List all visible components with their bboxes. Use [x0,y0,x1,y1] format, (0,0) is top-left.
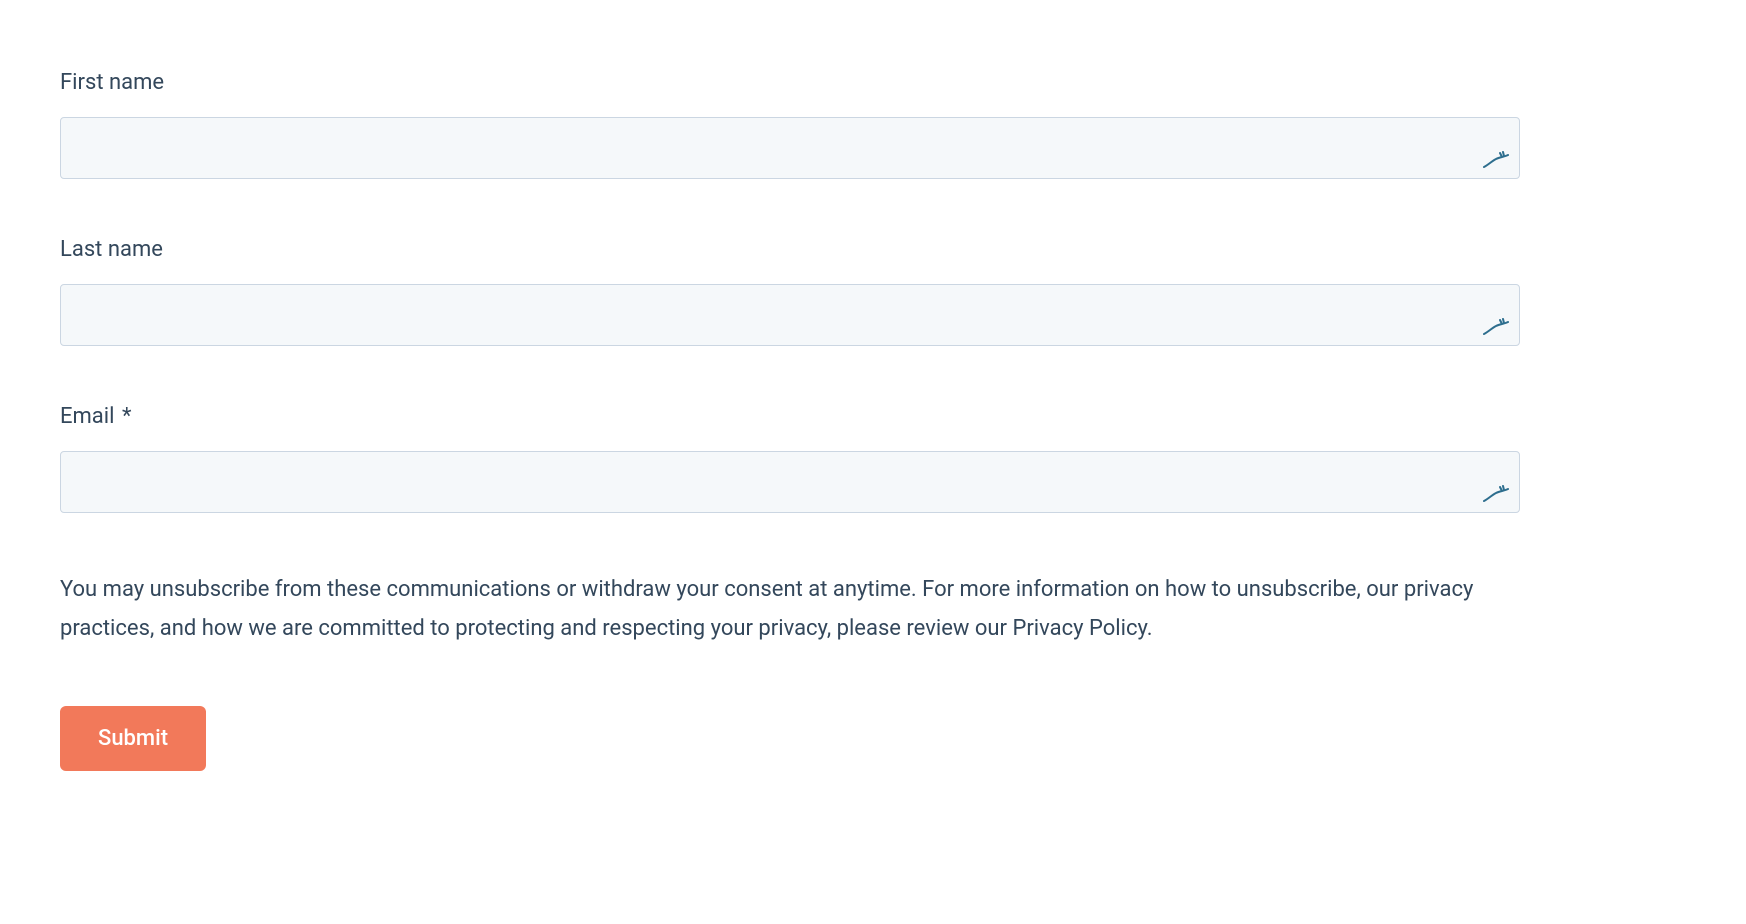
email-input-wrapper [60,451,1520,513]
email-group: Email * [60,404,1520,513]
last-name-label-text: Last name [60,237,163,262]
last-name-group: Last name [60,237,1520,346]
email-label-text: Email [60,404,114,429]
last-name-input-wrapper [60,284,1520,346]
first-name-input-wrapper [60,117,1520,179]
required-marker: * [122,404,131,429]
last-name-label: Last name [60,237,1520,262]
email-input[interactable] [60,451,1520,513]
privacy-policy-text: You may unsubscribe from these communica… [60,571,1520,648]
first-name-label: First name [60,70,1520,95]
form-container: First name Last name Email * [60,70,1520,771]
first-name-group: First name [60,70,1520,179]
last-name-input[interactable] [60,284,1520,346]
first-name-label-text: First name [60,70,164,95]
email-label: Email * [60,404,1520,429]
first-name-input[interactable] [60,117,1520,179]
submit-button[interactable]: Submit [60,706,206,771]
